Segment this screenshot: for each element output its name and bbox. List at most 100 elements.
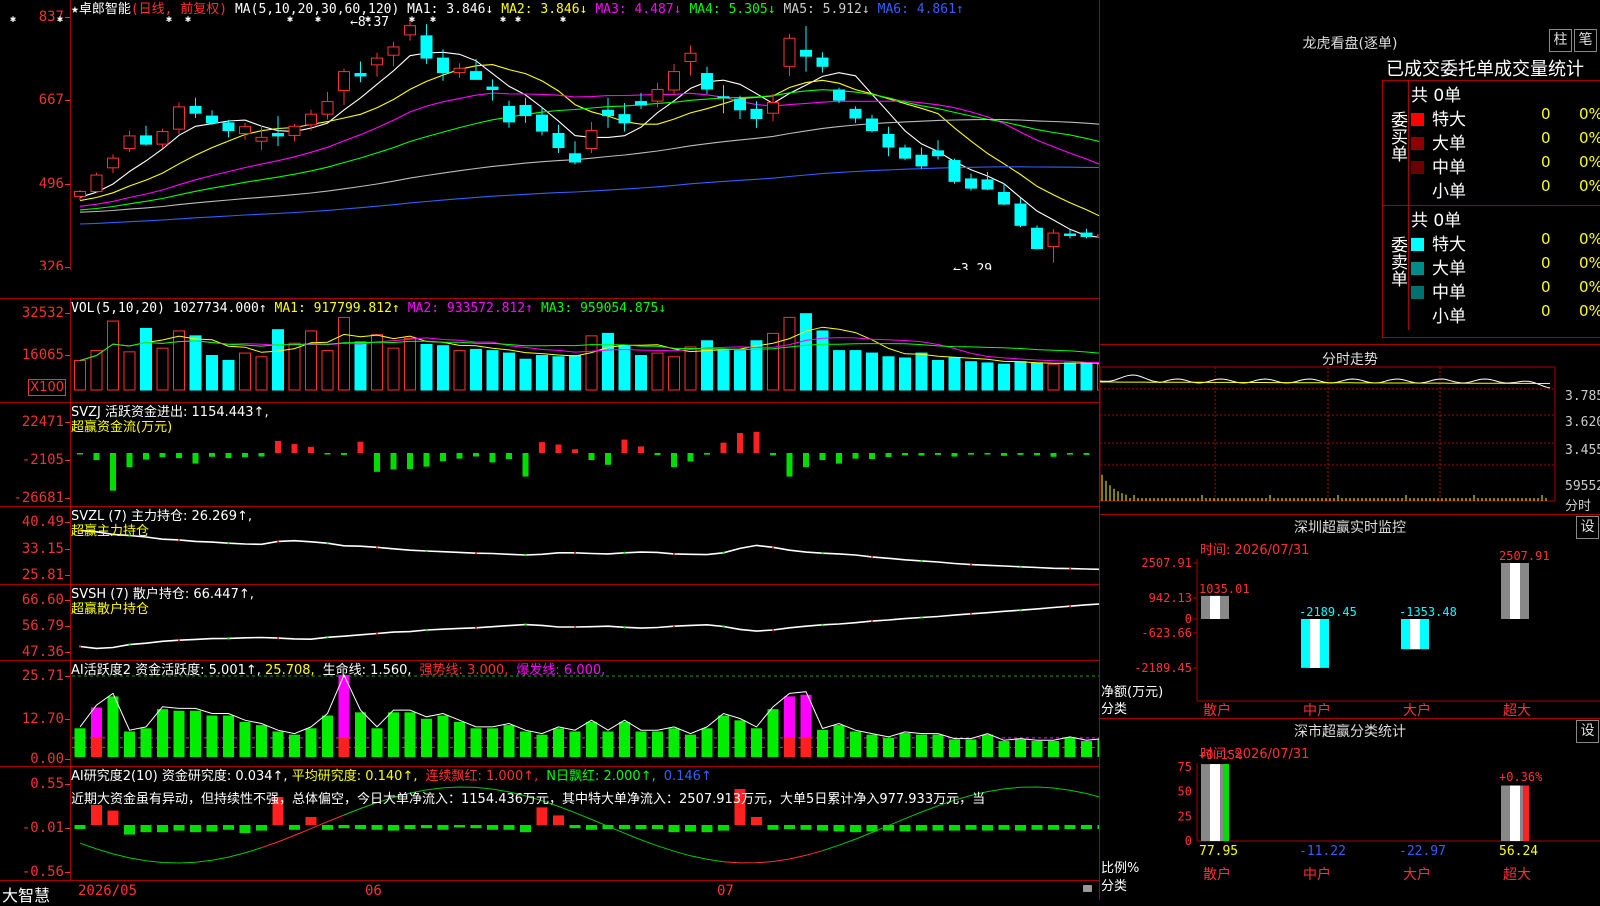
svzl-panel[interactable]: 40.49 33.15 25.81 SVZL (7) 主力持仓: 26.269↑…: [0, 506, 1099, 584]
candle-body: [849, 108, 862, 119]
activity-bar: [355, 712, 366, 757]
stock-name[interactable]: ★卓郎智能: [71, 2, 131, 17]
flow-bar: [1067, 453, 1073, 455]
net-bar-highlight: [1310, 619, 1320, 668]
svzj-panel[interactable]: 22471 -2105 -26681 SVZJ 活跃资金进出: 1154.443…: [0, 402, 1099, 506]
activity-bar: [767, 709, 779, 757]
buy-total: 共 0单: [1411, 86, 1462, 106]
holding-dot: [871, 555, 873, 558]
flow-bar: [654, 453, 661, 456]
holding-dot: [821, 623, 824, 626]
net-value: -2189.45: [1299, 605, 1357, 619]
monitor-panel: 深圳超赢实时监控 设 时间: 2026/07/31 2507.91 942.13 0…: [1099, 514, 1600, 719]
holding-dot: [920, 616, 923, 619]
kline-chart[interactable]: ✱ ✱ ✱ ✱ ✱ ✱ ✱ ✱ ✱ ✱ ✱ ✱: [0, 0, 1099, 270]
classify-tick: 75: [1178, 760, 1192, 774]
fenshi-unit: 分时: [1565, 499, 1592, 514]
candle-body: [519, 104, 532, 117]
holding-dot: [128, 643, 131, 646]
holding-dot: [673, 625, 675, 628]
holding-dot: [277, 637, 279, 640]
research-bar: [322, 825, 333, 830]
sell-section: 委卖单 共 0单 特大 0 0% 大单 0 0% 中单 0 0% 小单 0 0%: [1383, 206, 1600, 330]
holding-dot: [425, 549, 428, 552]
color-swatch: [1411, 137, 1424, 150]
kline-panel[interactable]: 837 667 496 326 ✱ ✱ ✱ ✱ ✱ ✱ ✱ ✱ ✱ ✱ ✱ ✱ ★卓郎智能(日线, 前…: [0, 0, 1099, 270]
price-mode[interactable]: (日线, 前复权): [131, 2, 227, 17]
ai1-value: 25.708,: [265, 663, 315, 678]
fenshi-tick: 59552: [1565, 479, 1600, 494]
volume-bar: [866, 352, 878, 391]
research-bar: [685, 825, 696, 832]
research-bar: [503, 825, 515, 830]
candle-body: [651, 89, 664, 102]
activity-bar: [437, 715, 449, 757]
candle-body: [1064, 233, 1076, 236]
buy-section: 委买单 共 0单 特大 0 0% 大单 0 0% 中单 0 0% 小单 0 0%: [1383, 81, 1600, 205]
flow-bar: [786, 453, 793, 477]
activity-bar: [833, 725, 845, 757]
holding-dot: [970, 612, 972, 615]
research-bar: [586, 825, 597, 830]
flow-bar: [225, 453, 232, 459]
research-bar: [899, 825, 911, 832]
net-value: 2507.91: [1499, 549, 1550, 563]
activity-bar: [1048, 741, 1059, 757]
activity-bar: [685, 734, 696, 757]
fenshi-panel[interactable]: 分时走势 3.785 3.620 3.455 59552 分时: [1099, 344, 1600, 514]
flow-bar: [390, 453, 397, 470]
activity-bar: [734, 720, 746, 757]
research-bar: [190, 825, 201, 833]
fenshi-tick: 3.455: [1565, 443, 1600, 458]
flow-bar: [819, 453, 826, 461]
stat-name: 中单: [1432, 283, 1466, 303]
volume-bar: [800, 313, 812, 391]
lhb-table: 委买单 共 0单 特大 0 0% 大单 0 0% 中单 0 0% 小单 0 0% 委卖单 共 0单 特…: [1382, 80, 1600, 338]
volume-bar: [519, 358, 532, 391]
ai2-panel[interactable]: 0.55 -0.01 -0.56 AI研究度2(10) 资金研究度: 0.034…: [0, 766, 1099, 880]
holding-dot: [227, 542, 230, 545]
activity-bar: [949, 739, 960, 757]
stat-pct: 0%: [1579, 153, 1600, 171]
candle-body: [717, 96, 730, 99]
activity-bar: [1031, 741, 1043, 757]
fenshi-chart[interactable]: [1100, 345, 1600, 515]
flow-bar: [456, 453, 463, 459]
candle-body: [932, 150, 944, 157]
classify-tick: 25: [1178, 809, 1192, 823]
research-bar: [817, 825, 828, 831]
candle-body: [321, 101, 334, 115]
activity-bar: [107, 696, 119, 757]
svsh-panel[interactable]: 66.60 56.79 47.36 SVSH (7) 散户持仓: 66.447↑…: [0, 584, 1099, 660]
volume-bar: [189, 335, 202, 391]
research-bar: [388, 825, 399, 831]
lock-icon[interactable]: [1083, 885, 1092, 892]
ai2-comment: 近期大资金虽有异动，但持续性不强，总体偏空，今日大单净流入：1154.436万元…: [71, 792, 986, 807]
research-bar: [520, 825, 531, 833]
holding-dot: [475, 626, 477, 629]
flow-bar: [770, 453, 776, 456]
activity-bar: [866, 734, 878, 757]
flow-bar: [258, 453, 265, 457]
ma-value: MA4: 5.305↓: [689, 2, 776, 17]
ai1-panel[interactable]: 25.71 12.70 0.00 AI活跃度2 资金活跃度: 5.001↑, 2…: [0, 660, 1099, 766]
flow-bar: [885, 453, 892, 457]
research-bar: [289, 825, 300, 830]
net-bar-highlight: [1210, 595, 1220, 619]
flow-bar: [984, 453, 991, 455]
stat-count: 0: [1541, 177, 1551, 195]
svsh-title: SVSH (7) 散户持仓: 66.447↑,: [71, 587, 254, 602]
ma-line: [79, 64, 1099, 217]
tick-view-button[interactable]: 笔: [1574, 29, 1597, 52]
ai1-value: 生命线: 1.560,: [322, 663, 412, 678]
date-label: 06: [365, 883, 382, 899]
monitor-tick: -623.66: [1141, 626, 1192, 640]
column-view-button[interactable]: 柱: [1549, 29, 1572, 52]
ai2-legend: AI研究度2(10) 资金研究度: 0.034↑, 平均研究度: 0.140↑,…: [71, 769, 720, 784]
flow-bar: [935, 453, 941, 455]
research-bar: [470, 825, 482, 829]
research-bar: [652, 825, 663, 829]
vol-panel[interactable]: 32532 16065 X100 VOL(5,10,20) 1027734.00…: [0, 298, 1099, 402]
stat-pct: 0%: [1579, 254, 1600, 272]
activity-base: [91, 737, 102, 757]
